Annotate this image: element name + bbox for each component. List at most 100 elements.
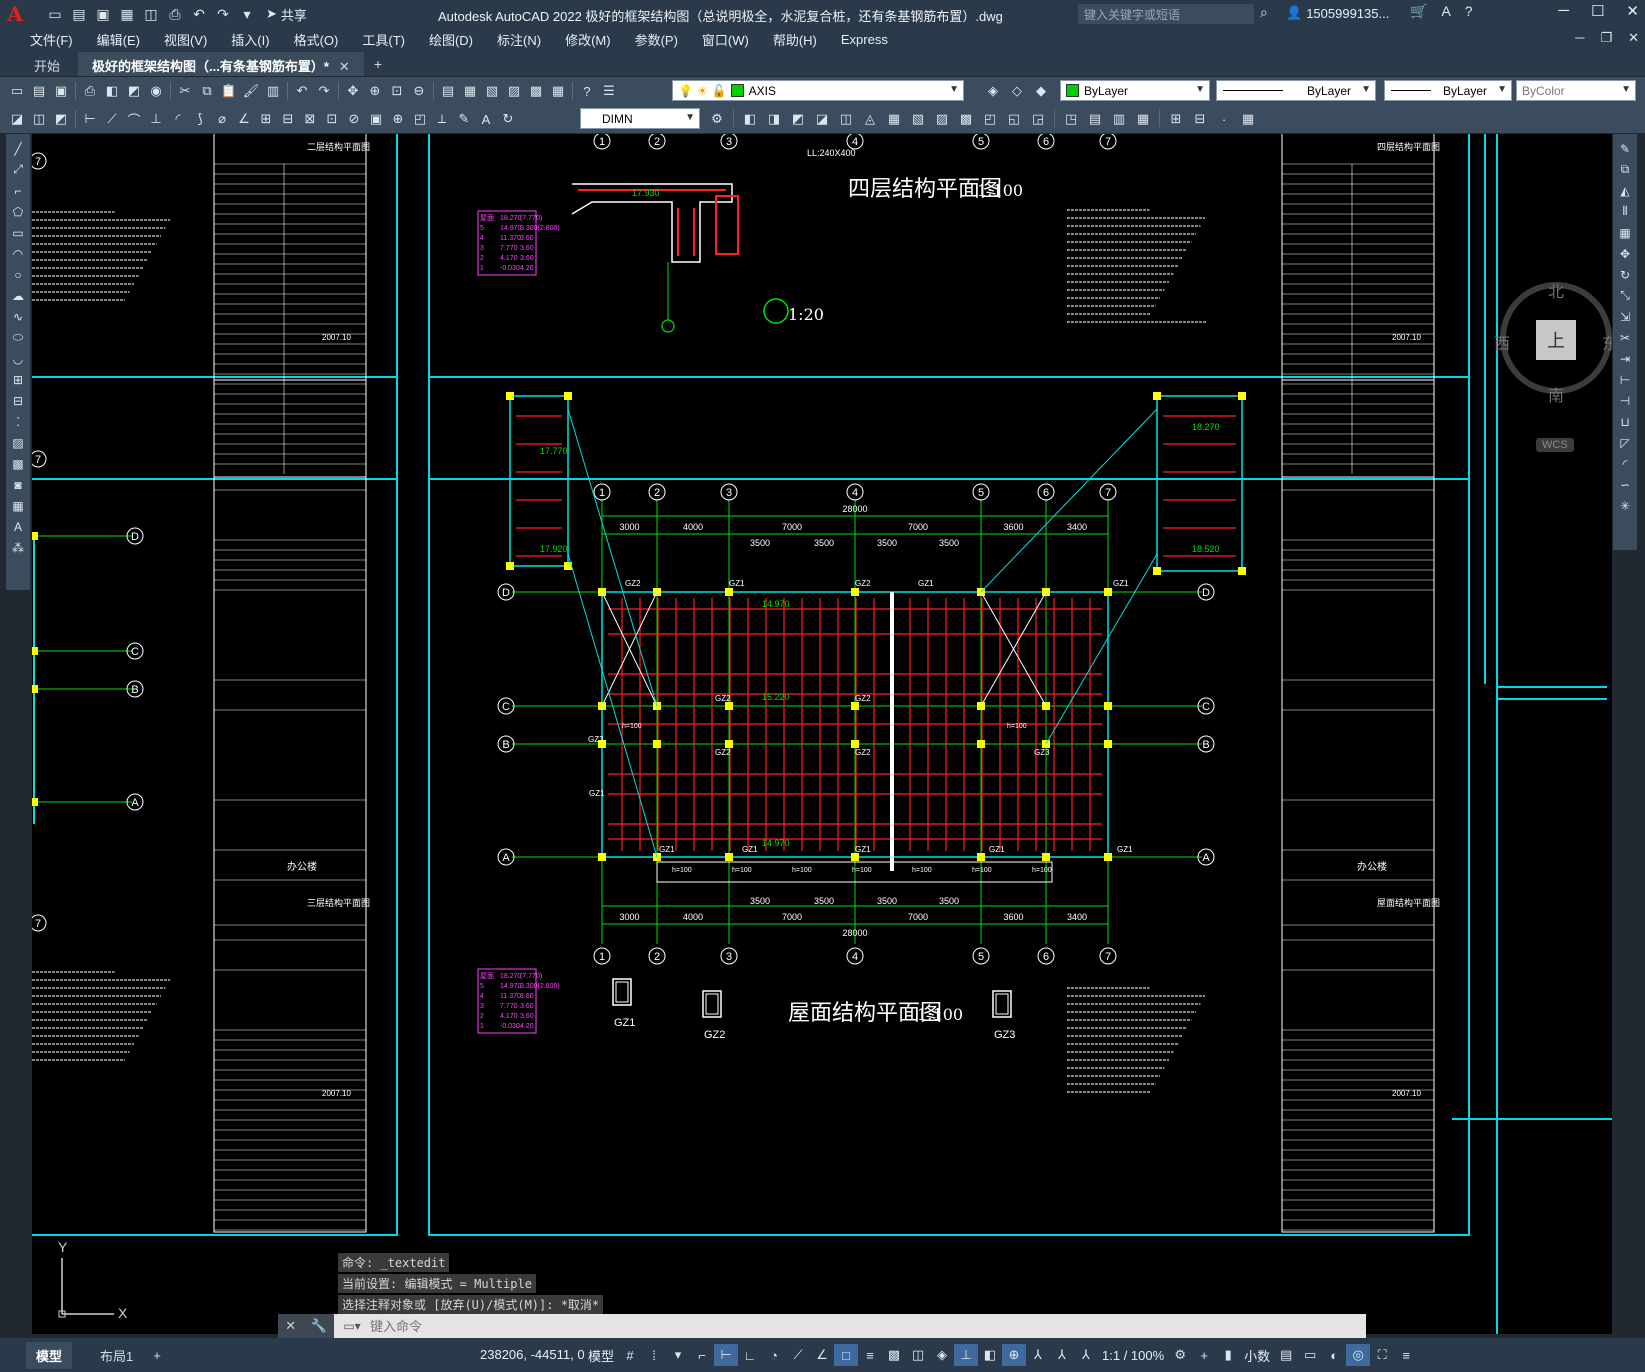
graphics-performance-icon[interactable]: ◎ [1346, 1344, 1371, 1366]
customization-icon[interactable]: ≡ [1394, 1344, 1418, 1366]
annotation-scale-value[interactable]: 1:1 / 100% [1098, 1348, 1168, 1363]
offset-icon[interactable]: ▧ [908, 109, 928, 129]
cart-icon[interactable]: 🛒 [1410, 3, 1427, 20]
trim-icon[interactable]: ▨ [932, 109, 952, 129]
jogged-icon[interactable]: ⟆ [190, 109, 210, 129]
markup-icon[interactable]: ▩ [526, 81, 546, 101]
region-icon[interactable]: ▦ [1133, 109, 1153, 129]
redo-icon[interactable]: ↷ [212, 3, 234, 25]
undo-tool-icon[interactable]: ↶ [292, 81, 312, 101]
compass-south[interactable]: 南 [1548, 382, 1564, 406]
fillet-icon[interactable]: ◰ [980, 109, 1000, 129]
insert-block-icon[interactable]: ⊞ [1166, 109, 1186, 129]
3d-osnap-icon[interactable]: ◈ [930, 1344, 954, 1366]
osnap-icon[interactable]: □ [834, 1344, 859, 1366]
hatch-icon[interactable]: ▤ [1085, 109, 1105, 129]
compass-east[interactable]: 东 [1602, 330, 1612, 354]
break-modify-icon[interactable]: ⊣ [1615, 390, 1635, 411]
gizmo-icon[interactable]: ⊕ [1002, 1344, 1027, 1366]
annotation-scale-icon[interactable]: ⅄ [1074, 1344, 1098, 1366]
update-fields-icon[interactable]: ◫ [29, 109, 49, 129]
coordinate-readout[interactable]: 238206, -44511, 0 [480, 1347, 585, 1362]
new-tab-button[interactable]: + [364, 52, 392, 76]
insert-field-icon[interactable]: ◪ [7, 109, 27, 129]
stretch-icon[interactable]: ◩ [788, 109, 808, 129]
trim-modify-icon[interactable]: ✂ [1615, 327, 1635, 348]
dynamic-ucs-icon[interactable]: ⊥ [954, 1344, 979, 1366]
block-editor-icon[interactable]: ▥ [263, 81, 283, 101]
layer-dropdown[interactable]: 💡 ☀ 🔓 AXIS ▼ [672, 80, 964, 101]
annotation-monitor-icon[interactable]: + [1192, 1344, 1216, 1366]
table-draw-icon[interactable]: ▦ [8, 495, 28, 516]
a360-icon[interactable]: A [1441, 3, 1450, 20]
make-block-icon[interactable]: ⊟ [1190, 109, 1210, 129]
undo-icon[interactable]: ↶ [188, 3, 210, 25]
break-point-icon[interactable]: ⊢ [1615, 369, 1635, 390]
dimstyle-dropdown[interactable]: DIMN ▼ [580, 108, 700, 129]
tab-start[interactable]: 开始 [20, 52, 74, 76]
isodraft-icon[interactable]: ⟋ [786, 1344, 810, 1366]
dynamic-input-icon[interactable]: ⊢ [714, 1344, 739, 1366]
make-current-layer-icon[interactable]: ◈ [983, 81, 1003, 101]
publish-icon[interactable]: ◩ [124, 81, 144, 101]
preview-icon[interactable]: ◧ [102, 81, 122, 101]
otrack-icon[interactable]: ∠ [810, 1344, 834, 1366]
command-input[interactable] [370, 1318, 1270, 1334]
isolate-objects-icon[interactable]: ◐ [1322, 1344, 1346, 1366]
pan-icon[interactable]: ✥ [343, 81, 363, 101]
menu-dimension[interactable]: 标注(N) [485, 30, 553, 49]
layer-properties-icon[interactable]: ☰ [599, 81, 619, 101]
create-block-icon[interactable]: ⊟ [8, 390, 28, 411]
user-account[interactable]: 👤 1505999135... [1286, 5, 1389, 21]
table-icon[interactable]: ▦ [1238, 109, 1258, 129]
join-icon[interactable]: ⊔ [1615, 411, 1635, 432]
color-dropdown[interactable]: ByLayer ▼ [1060, 80, 1210, 101]
angular-icon[interactable]: ∠ [234, 109, 254, 129]
mtext-icon[interactable]: A [8, 516, 28, 537]
doc-restore-button[interactable]: ❐ [1600, 30, 1612, 46]
continue-icon[interactable]: ⊠ [300, 109, 320, 129]
blend-icon[interactable]: ∽ [1615, 474, 1635, 495]
autoscale-icon[interactable]: ⅄ [1050, 1344, 1074, 1366]
add-layout-button[interactable]: + [143, 1344, 171, 1367]
customize-cmd-icon[interactable]: 🔧 [311, 1318, 327, 1334]
chamfer-icon[interactable]: ◱ [1004, 109, 1024, 129]
search-icon[interactable]: ⌕ [1260, 4, 1268, 21]
revcloud-icon[interactable]: ☁ [8, 285, 28, 306]
menu-insert[interactable]: 插入(I) [219, 30, 281, 49]
point-draw-icon[interactable]: ⁚ [8, 411, 28, 432]
zoom-window-icon[interactable]: ⊡ [387, 81, 407, 101]
save-icon[interactable]: ▣ [92, 3, 114, 25]
selection-cycling-icon[interactable]: ◫ [906, 1344, 930, 1366]
quick-dim-icon[interactable]: ⊞ [256, 109, 276, 129]
space-icon[interactable]: ⊡ [322, 109, 342, 129]
menu-parametric[interactable]: 参数(P) [623, 30, 690, 49]
saveas-icon[interactable]: ▦ [116, 3, 138, 25]
qnew-icon[interactable]: ▭ [7, 81, 27, 101]
menu-window[interactable]: 窗口(W) [690, 30, 761, 49]
tolerance-icon[interactable]: ▣ [366, 109, 386, 129]
menu-draw[interactable]: 绘图(D) [417, 30, 485, 49]
ellipse-arc-icon[interactable]: ◡ [8, 348, 28, 369]
line-icon[interactable]: ╱ [8, 138, 28, 159]
menu-file[interactable]: 文件(F) [18, 30, 85, 49]
break-icon[interactable]: ⊘ [344, 109, 364, 129]
lock-ui-icon[interactable]: ▭ [1298, 1344, 1322, 1366]
transparency-icon[interactable]: ▩ [882, 1344, 906, 1366]
ordinate-icon[interactable]: ⊥ [146, 109, 166, 129]
menu-modify[interactable]: 修改(M) [553, 30, 623, 49]
array-icon[interactable]: ▦ [884, 109, 904, 129]
polygon-icon[interactable]: ⬠ [8, 201, 28, 222]
rotate-modify-icon[interactable]: ↻ [1615, 264, 1635, 285]
menu-help[interactable]: 帮助(H) [761, 30, 829, 49]
doc-close-button[interactable]: ✕ [1628, 30, 1639, 46]
3d-print-icon[interactable]: ◉ [146, 81, 166, 101]
annotation-visibility-icon[interactable]: ⅄ [1026, 1344, 1050, 1366]
mirror-icon[interactable]: ◫ [836, 109, 856, 129]
menu-edit[interactable]: 编辑(E) [85, 30, 152, 49]
tab-layout1[interactable]: 布局1 [90, 1342, 143, 1369]
snap-icon[interactable]: ⁞ [642, 1344, 666, 1366]
linetype-dropdown[interactable]: ByLayer ▼ [1216, 80, 1376, 101]
polyline-icon[interactable]: ⌐ [8, 180, 28, 201]
jogged-linear-icon[interactable]: ⟂ [432, 109, 452, 129]
